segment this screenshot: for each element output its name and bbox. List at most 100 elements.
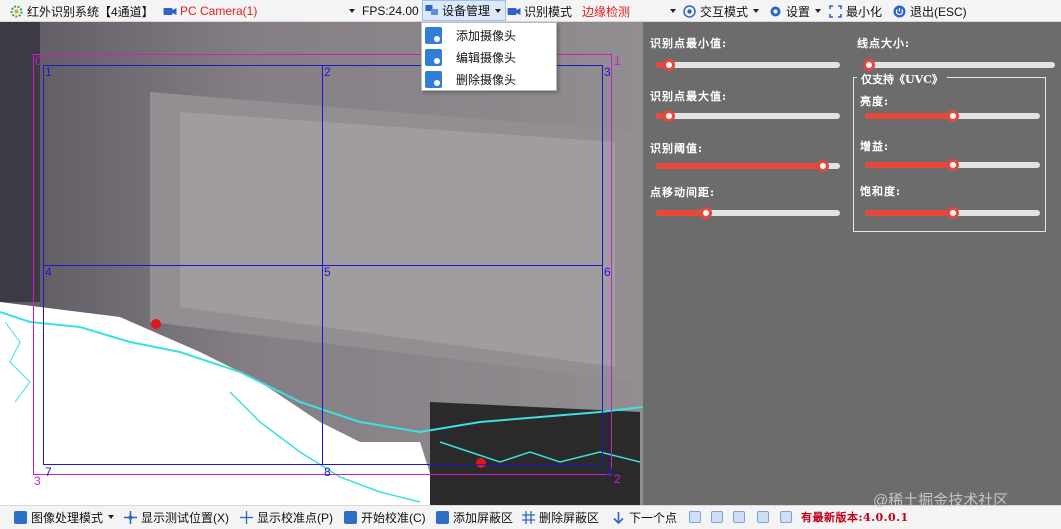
slider-handle[interactable] (663, 59, 675, 71)
outer-corner-label: 3 (34, 474, 41, 488)
brightness-slider[interactable] (865, 110, 1040, 122)
outer-corner-label: 1 (614, 54, 621, 68)
slider-fill (865, 162, 953, 168)
edit-camera-icon (425, 48, 442, 66)
calibration-icon (344, 510, 357, 524)
threshold-label: 识别阈值: (650, 142, 704, 155)
calibration-point-icon (240, 510, 253, 524)
move-up-icon[interactable] (689, 511, 701, 523)
device-management-label: 设备管理 (442, 4, 491, 18)
slider-handle[interactable] (863, 59, 875, 71)
threshold-slider[interactable] (656, 160, 840, 172)
settings-label: 设置 (786, 4, 811, 19)
minimize-icon (829, 4, 842, 18)
grid-point-label: 8 (324, 465, 331, 479)
saturation-label: 饱和度: (860, 185, 902, 198)
chevron-down-icon (815, 9, 822, 13)
chevron-down-icon (495, 8, 502, 13)
camera-select[interactable]: PC Camera(1) (163, 0, 355, 22)
chevron-down-icon (753, 9, 760, 13)
inner-calibration-grid (43, 65, 603, 465)
slider-handle[interactable] (947, 207, 959, 219)
grid-point-label: 1 (45, 65, 52, 79)
min-point-label: 识别点最小值: (650, 37, 728, 50)
move-distance-slider[interactable] (656, 207, 840, 219)
grid-point-label: 3 (604, 65, 611, 79)
crosshair-icon (124, 510, 137, 524)
recognition-mode-text: 识别模式 (524, 4, 573, 19)
app-title-text: 红外识别系统【4通道】 (27, 4, 154, 19)
slider-fill (656, 163, 823, 169)
slider-handle[interactable] (947, 110, 959, 122)
gear-icon (769, 5, 782, 18)
show-calibration-points-button[interactable]: 显示校准点(P) (240, 506, 333, 528)
grid-point-label: 6 (604, 265, 611, 279)
gain-label: 增益: (860, 140, 890, 153)
chevron-down-icon (670, 9, 676, 13)
saturation-slider[interactable] (865, 207, 1040, 219)
delete-camera-icon (425, 70, 442, 88)
interaction-mode-label: 交互模式 (700, 4, 749, 19)
slider-fill (865, 113, 953, 119)
move-down-icon[interactable] (780, 511, 792, 523)
recognition-mode-select[interactable]: 边缘检测 (582, 0, 676, 22)
brightness-label: 亮度: (860, 95, 890, 108)
device-management-dropdown: 添加摄像头 编辑摄像头 删除摄像头 (421, 22, 557, 91)
target-icon (683, 4, 696, 18)
gain-slider[interactable] (865, 159, 1040, 171)
next-point-icon (612, 511, 625, 524)
app-title: 红外识别系统【4通道】 (10, 0, 154, 22)
menu-item-edit-camera[interactable]: 编辑摄像头 (422, 46, 556, 68)
max-point-slider[interactable] (656, 110, 840, 122)
settings-menu[interactable]: 设置 (769, 0, 822, 22)
image-mode-icon (14, 510, 27, 524)
image-mode-menu[interactable]: 图像处理模式 (14, 506, 115, 528)
move-left-icon[interactable] (711, 511, 723, 523)
grid-point-label: 5 (324, 265, 331, 279)
line-size-slider[interactable] (863, 59, 1055, 71)
outer-corner-label: 2 (614, 472, 621, 486)
add-mask-area-button[interactable]: 添加屏蔽区 (436, 506, 513, 528)
max-point-label: 识别点最大值: (650, 90, 728, 103)
camera-mode-icon (507, 5, 521, 18)
move-distance-label: 点移动间距: (650, 186, 716, 199)
add-mask-icon (436, 510, 449, 524)
exit-button[interactable]: 退出(ESC) (893, 0, 967, 22)
slider-handle[interactable] (700, 207, 712, 219)
camera-preview[interactable]: 0 1 3 2 1 2 3 4 5 6 7 8 9 (0, 22, 643, 505)
device-manage-icon (425, 4, 438, 17)
chevron-down-icon (108, 515, 115, 519)
grid-point-label: 9 (606, 465, 613, 479)
device-management-menu[interactable]: 设备管理 (422, 0, 507, 21)
power-icon (893, 5, 906, 18)
grid-line-horizontal (44, 265, 602, 266)
slider-handle[interactable] (817, 160, 829, 172)
image-mode-label: 图像处理模式 (31, 510, 104, 525)
grid-point-label: 4 (45, 265, 52, 279)
menu-item-label: 编辑摄像头 (456, 50, 517, 65)
menu-item-delete-camera[interactable]: 删除摄像头 (422, 68, 556, 90)
show-test-position-button[interactable]: 显示测试位置(X) (124, 506, 229, 528)
start-calibration-button[interactable]: 开始校准(C) (344, 506, 426, 528)
menu-item-label: 添加摄像头 (456, 28, 517, 43)
grid-point-label: 2 (324, 65, 331, 79)
fps-display: FPS:24.00 (362, 4, 419, 18)
add-mask-area-label: 添加屏蔽区 (453, 510, 514, 525)
next-point-label: 下一个点 (629, 510, 678, 525)
delete-mask-area-button[interactable]: 删除屏蔽区 (522, 506, 599, 528)
slider-handle[interactable] (663, 110, 675, 122)
delete-mask-area-label: 删除屏蔽区 (539, 510, 600, 525)
show-calibration-points-label: 显示校准点(P) (257, 510, 333, 525)
menu-item-add-camera[interactable]: 添加摄像头 (422, 24, 556, 46)
next-point-button[interactable]: 下一个点 (612, 506, 677, 528)
move-center-icon[interactable] (733, 511, 745, 523)
min-point-slider[interactable] (656, 59, 840, 71)
interaction-mode-menu[interactable]: 交互模式 (683, 0, 760, 22)
camera-select-value: PC Camera(1) (180, 4, 258, 18)
recognition-mode-value: 边缘检测 (582, 4, 631, 19)
minimize-button[interactable]: 最小化 (829, 0, 882, 22)
grid-point-label: 7 (45, 465, 52, 479)
move-right-icon[interactable] (757, 511, 769, 523)
start-calibration-label: 开始校准(C) (361, 510, 426, 525)
slider-handle[interactable] (947, 159, 959, 171)
